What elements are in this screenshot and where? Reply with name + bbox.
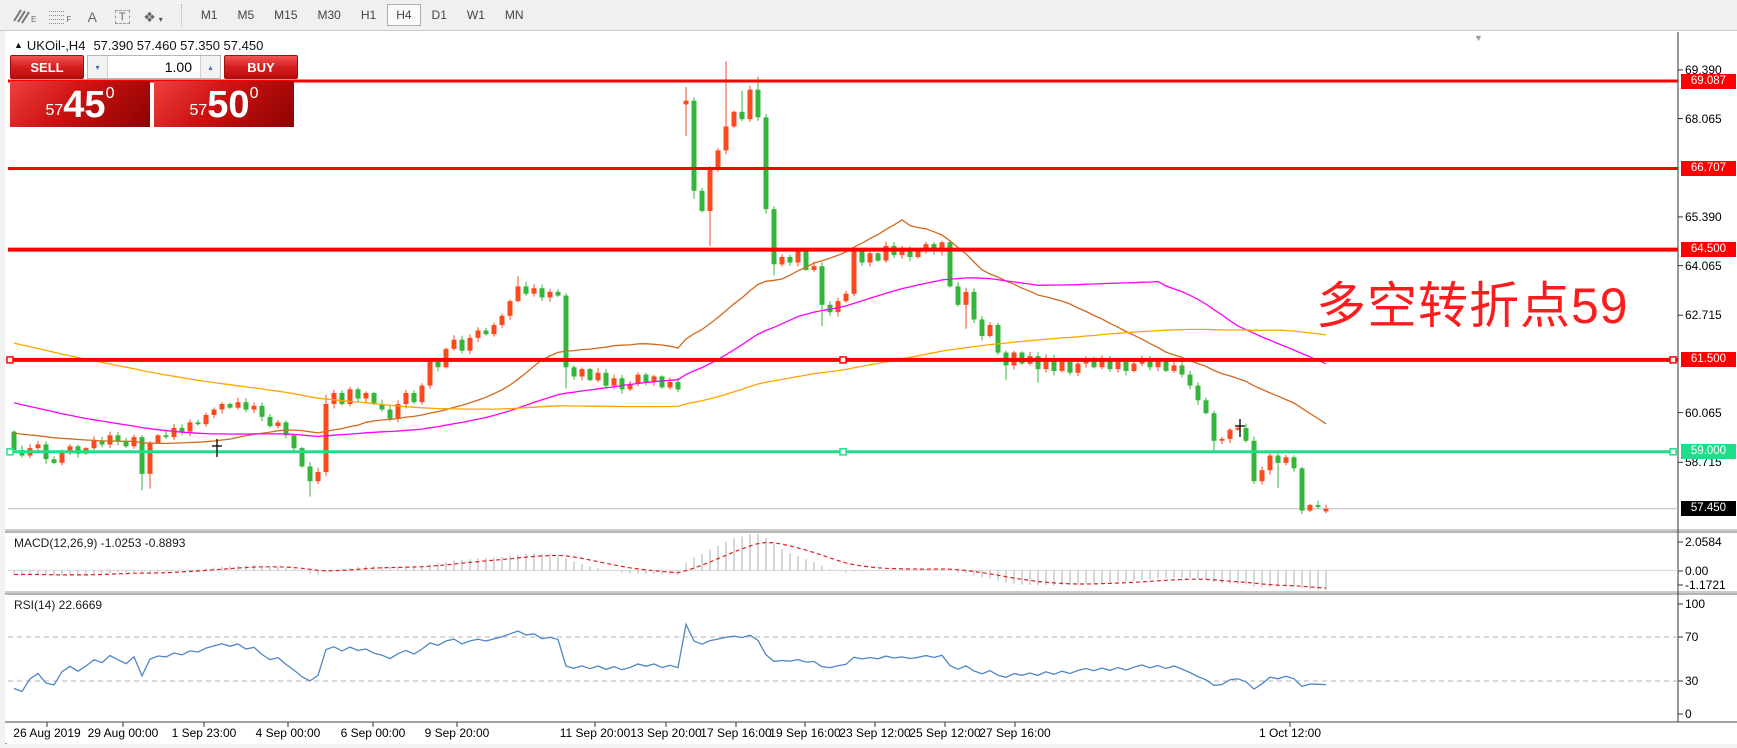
crayon-tool-icon[interactable]: E bbox=[8, 3, 40, 27]
timeframe-mn[interactable]: MN bbox=[496, 4, 533, 26]
toolbar-separator bbox=[180, 4, 183, 26]
buy-price-big: 50 bbox=[207, 84, 250, 126]
timeframe-h4[interactable]: H4 bbox=[387, 4, 421, 26]
volume-stepper: ▾ 1.00 ▴ bbox=[87, 55, 221, 79]
chart-shift-marker: ▼ bbox=[1474, 33, 1483, 43]
volume-value[interactable]: 1.00 bbox=[108, 56, 200, 78]
hline-handle[interactable] bbox=[1669, 356, 1677, 364]
text-tool-icon[interactable]: A bbox=[79, 3, 105, 27]
buy-price-box[interactable]: 57 50 0 bbox=[154, 81, 294, 127]
grid-tool-icon[interactable]: F bbox=[44, 3, 75, 27]
label-tool-icon[interactable]: T bbox=[109, 3, 135, 27]
sell-price-small: 57 bbox=[45, 102, 64, 119]
volume-down-icon[interactable]: ▾ bbox=[88, 56, 108, 78]
chart-annotation: 多空转折点59 bbox=[1316, 278, 1629, 334]
chart-bg bbox=[5, 31, 1737, 743]
hline-handle[interactable] bbox=[839, 356, 847, 364]
buy-price-sup: 0 bbox=[249, 85, 259, 102]
arrange-tool-icon[interactable]: ❖ ▾ bbox=[139, 3, 167, 27]
sell-price-big: 45 bbox=[63, 84, 106, 126]
drawing-tools: E F A T ❖ ▾ bbox=[0, 3, 169, 27]
ohlc-values: 57.390 57.460 57.350 57.450 bbox=[93, 38, 264, 53]
volume-up-icon[interactable]: ▴ bbox=[200, 56, 220, 78]
timeframe-buttons: M1 M5 M15 M30 H1 H4 D1 W1 MN bbox=[191, 4, 534, 26]
symbol-name: UKOil-,H4 bbox=[26, 38, 86, 53]
sell-price-box[interactable]: 57 45 0 bbox=[10, 81, 150, 127]
hline-handle[interactable] bbox=[6, 356, 14, 364]
sell-button[interactable]: SELL bbox=[10, 55, 84, 79]
triangle-icon: ▲ bbox=[14, 40, 23, 50]
timeframe-m15[interactable]: M15 bbox=[265, 4, 306, 26]
timeframe-m1[interactable]: M1 bbox=[192, 4, 227, 26]
sell-price-sup: 0 bbox=[105, 85, 115, 102]
buy-price-small: 57 bbox=[189, 102, 208, 119]
toolbar: E F A T ❖ ▾ M1 M5 M15 M30 H1 H4 D1 W1 MN bbox=[0, 0, 1737, 31]
timeframe-d1[interactable]: D1 bbox=[423, 4, 456, 26]
timeframe-m30[interactable]: M30 bbox=[309, 4, 350, 26]
buy-button[interactable]: BUY bbox=[224, 55, 298, 79]
timeframe-w1[interactable]: W1 bbox=[458, 4, 494, 26]
hline-handle[interactable] bbox=[1669, 448, 1677, 456]
hline-handle[interactable] bbox=[6, 448, 14, 456]
symbol-title: ▲ UKOil-,H4 57.390 57.460 57.350 57.450 bbox=[14, 38, 263, 53]
timeframe-m5[interactable]: M5 bbox=[228, 4, 263, 26]
hline-handle[interactable] bbox=[839, 448, 847, 456]
timeframe-h1[interactable]: H1 bbox=[352, 4, 385, 26]
one-click-trade-panel: SELL ▾ 1.00 ▴ BUY 57 45 0 57 50 0 bbox=[10, 55, 298, 127]
